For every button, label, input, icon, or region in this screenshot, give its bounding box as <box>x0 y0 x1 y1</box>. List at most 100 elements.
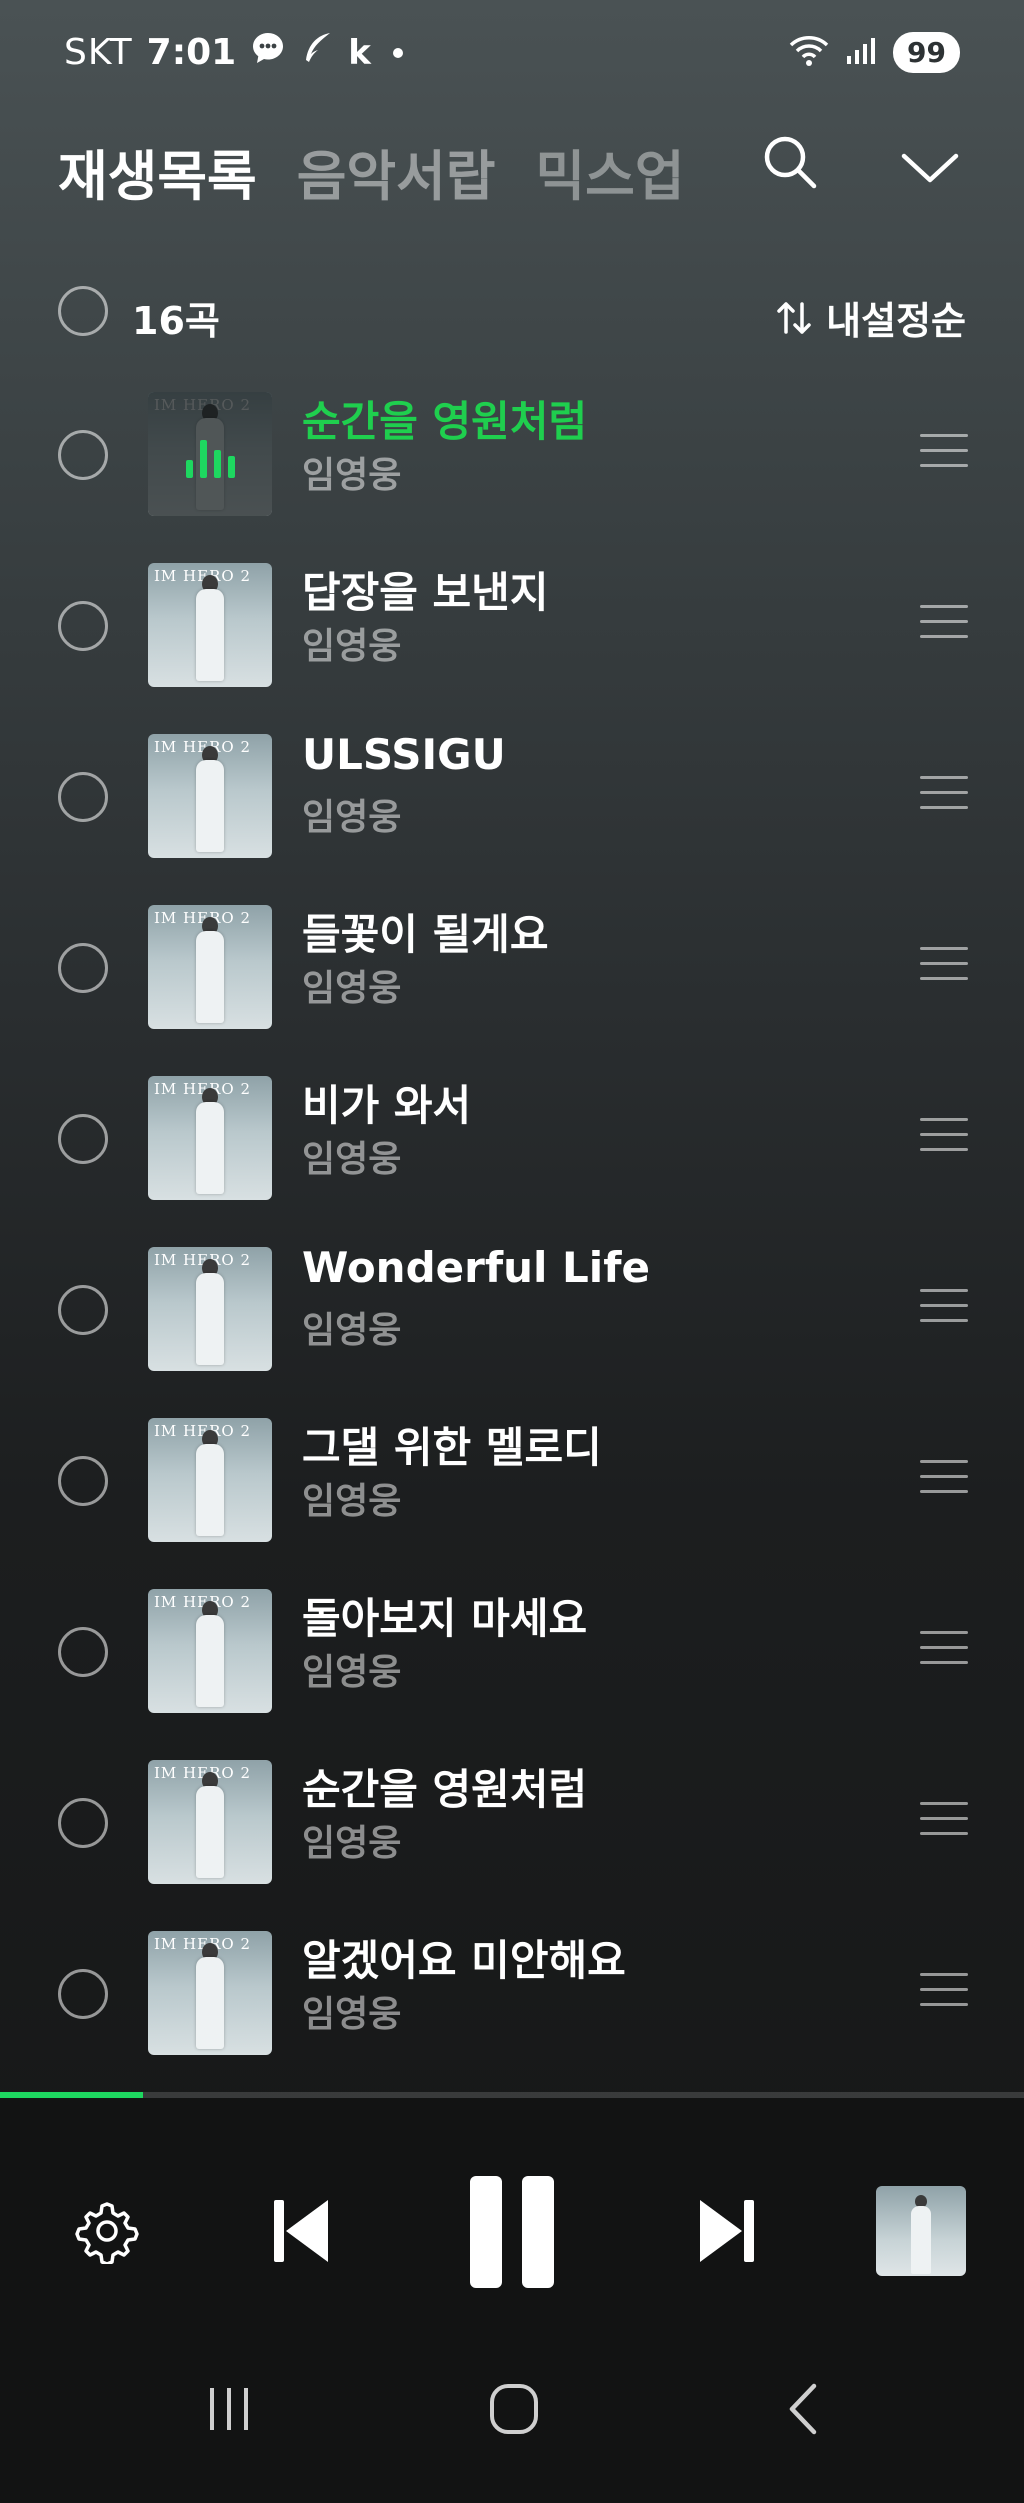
track-row[interactable]: IM HERO 2 돌아보지 마세요 임영웅 <box>0 1583 1024 1723</box>
status-time: 7:01 <box>146 32 237 73</box>
track-checkbox[interactable] <box>58 1114 108 1164</box>
track-checkbox[interactable] <box>58 1969 108 2019</box>
sort-button[interactable]: 내설정순 <box>774 290 966 345</box>
pause-button[interactable] <box>468 2174 556 2294</box>
track-artist: 임영웅 <box>302 968 402 1009</box>
track-title: 들꽃이 될게요 <box>302 910 549 959</box>
battery-indicator: 99 <box>893 32 960 73</box>
chat-icon <box>250 30 286 75</box>
now-playing-cover[interactable] <box>876 2186 966 2276</box>
carrier-label: SKT <box>64 32 133 73</box>
track-artist: 임영웅 <box>302 797 402 838</box>
settings-button[interactable] <box>74 2198 140 2268</box>
track-title: 순간을 영원처럼 <box>302 397 588 446</box>
track-row[interactable]: IM HERO 2 답장을 보낸지 임영웅 <box>0 557 1024 697</box>
drag-handle-icon[interactable] <box>920 776 968 814</box>
drag-handle-icon[interactable] <box>920 947 968 985</box>
status-bar: SKT 7:01 k 99 <box>0 0 1024 110</box>
pause-icon <box>470 2176 554 2288</box>
track-title: 비가 와서 <box>302 1081 472 1130</box>
album-cover: IM HERO 2 <box>148 1418 272 1542</box>
previous-track-button[interactable] <box>270 2196 332 2270</box>
sort-label: 내설정순 <box>826 299 966 343</box>
track-row[interactable]: IM HERO 2 들꽃이 될게요 임영웅 <box>0 899 1024 1039</box>
signal-icon <box>845 36 877 70</box>
track-title: ULSSIGU <box>302 730 506 779</box>
track-row[interactable]: IM HERO 2 순간을 영원처럼 임영웅 <box>0 1754 1024 1894</box>
track-artist: 임영웅 <box>302 1310 402 1351</box>
drag-handle-icon[interactable] <box>920 1631 968 1669</box>
select-all-checkbox[interactable] <box>58 286 108 336</box>
wifi-icon <box>789 35 829 71</box>
album-cover: IM HERO 2 <box>148 1247 272 1371</box>
track-title: 순간을 영원처럼 <box>302 1765 588 1814</box>
home-icon <box>490 2384 538 2434</box>
search-icon <box>764 136 817 189</box>
album-cover: IM HERO 2 <box>148 905 272 1029</box>
track-row[interactable]: IM HERO 2 그댈 위한 멜로디 임영웅 <box>0 1412 1024 1552</box>
track-artist: 임영웅 <box>302 626 402 667</box>
playlist-tabs: 재생목록 음악서랍 믹스업 <box>58 132 685 211</box>
equalizer-icon <box>186 434 236 478</box>
system-nav-bar <box>0 2338 1024 2503</box>
track-title: 돌아보지 마세요 <box>302 1594 588 1643</box>
home-button[interactable] <box>488 2382 540 2440</box>
drag-handle-icon[interactable] <box>920 1289 968 1327</box>
drag-handle-icon[interactable] <box>920 1802 968 1840</box>
back-button[interactable] <box>784 2382 824 2440</box>
track-checkbox[interactable] <box>58 943 108 993</box>
track-row[interactable]: IM HERO 2 알겠어요 미안해요 임영웅 <box>0 1925 1024 2065</box>
track-title: 알겠어요 미안해요 <box>302 1936 626 1985</box>
skip-next-icon <box>700 2200 754 2262</box>
drag-handle-icon[interactable] <box>920 1973 968 2011</box>
track-count: 16곡 <box>132 299 220 343</box>
track-row[interactable]: IM HERO 2 순간을 영원처럼 임영웅 <box>0 386 1024 526</box>
list-header: 16곡 내설정순 <box>0 282 1024 345</box>
album-cover: IM HERO 2 <box>148 734 272 858</box>
recent-apps-button[interactable] <box>204 2384 254 2438</box>
track-title: 답장을 보낸지 <box>302 568 549 617</box>
drag-handle-icon[interactable] <box>920 1460 968 1498</box>
album-cover: IM HERO 2 <box>148 1076 272 1200</box>
track-checkbox[interactable] <box>58 1627 108 1677</box>
track-artist: 임영웅 <box>302 1139 402 1180</box>
sort-icon <box>777 301 811 334</box>
drag-handle-icon[interactable] <box>920 605 968 643</box>
track-checkbox[interactable] <box>58 772 108 822</box>
back-icon <box>789 2383 817 2435</box>
recent-apps-icon <box>210 2388 248 2430</box>
collapse-button[interactable] <box>898 142 962 192</box>
tab-playlist[interactable]: 재생목록 <box>58 132 257 211</box>
track-checkbox[interactable] <box>58 1798 108 1848</box>
album-cover-text: IM HERO 2 <box>154 396 251 414</box>
drag-handle-icon[interactable] <box>920 434 968 472</box>
gear-icon <box>75 2202 139 2266</box>
track-checkbox[interactable] <box>58 430 108 480</box>
player-controls <box>0 2098 1024 2338</box>
search-button[interactable] <box>760 132 820 192</box>
album-cover: IM HERO 2 <box>148 1589 272 1713</box>
track-artist: 임영웅 <box>302 1823 402 1864</box>
tab-mixup[interactable]: 믹스업 <box>535 132 684 211</box>
track-artist: 임영웅 <box>302 1994 402 2035</box>
tab-music-drawer[interactable]: 음악서랍 <box>297 132 496 211</box>
album-cover: IM HERO 2 <box>148 1760 272 1884</box>
track-artist: 임영웅 <box>302 455 402 496</box>
skip-previous-icon <box>274 2200 328 2262</box>
track-row[interactable]: IM HERO 2 Wonderful Life 임영웅 <box>0 1241 1024 1381</box>
track-row[interactable]: IM HERO 2 비가 와서 임영웅 <box>0 1070 1024 1210</box>
next-track-button[interactable] <box>696 2196 758 2270</box>
track-checkbox[interactable] <box>58 1456 108 1506</box>
track-artist: 임영웅 <box>302 1481 402 1522</box>
album-cover: IM HERO 2 <box>148 1931 272 2055</box>
track-row[interactable]: IM HERO 2 ULSSIGU 임영웅 <box>0 728 1024 868</box>
feather-icon <box>300 30 334 75</box>
album-cover: IM HERO 2 <box>148 563 272 687</box>
track-title: 그댈 위한 멜로디 <box>302 1423 602 1472</box>
track-checkbox[interactable] <box>58 601 108 651</box>
album-cover: IM HERO 2 <box>148 392 272 516</box>
track-checkbox[interactable] <box>58 1285 108 1335</box>
track-artist: 임영웅 <box>302 1652 402 1693</box>
notification-dot-icon <box>392 47 403 58</box>
drag-handle-icon[interactable] <box>920 1118 968 1156</box>
